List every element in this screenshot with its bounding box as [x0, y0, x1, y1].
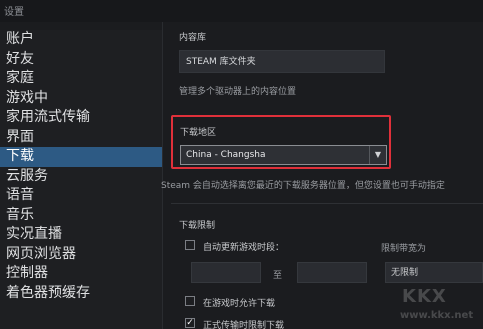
window-title: 设置 [4, 7, 24, 18]
sidebar-item-controller[interactable]: 控制器 [0, 264, 162, 284]
sidebar-item-music[interactable]: 音乐 [0, 206, 162, 226]
limit-bandwidth-label: 限制带宽为 [381, 244, 427, 254]
sidebar-item-cloud[interactable]: 云服务 [0, 167, 162, 187]
sidebar-item-web-browser[interactable]: 网页浏览器 [0, 245, 162, 265]
sidebar-item-friends[interactable]: 好友 [0, 50, 162, 70]
allow-downloads-in-game-label: 在游戏时允许下载 [203, 299, 276, 309]
auto-update-start-time[interactable] [191, 262, 261, 283]
download-region-note: Steam 会自动选择离您最近的下载服务器位置，但您设置也可手动指定 [161, 181, 445, 191]
content-library-heading: 内容库 [179, 33, 207, 43]
sidebar-item-account[interactable]: 账户 [0, 30, 162, 50]
auto-update-window-label: 自动更新游戏时段： [203, 243, 285, 253]
time-range-to-label: 至 [273, 271, 283, 281]
download-region-value: China - Changsha [186, 150, 266, 160]
settings-sidebar: 账户 好友 家庭 游戏中 家用流式传输 界面 下载 云服务 语音 音乐 实况直播… [0, 30, 162, 329]
throttle-downloads-label: 正式传输时限制下载 [203, 321, 285, 329]
auto-update-end-time[interactable] [297, 262, 367, 283]
content-library-description: 管理多个驱动器上的内容位置 [179, 87, 297, 97]
sidebar-item-family[interactable]: 家庭 [0, 69, 162, 89]
sidebar-item-interface[interactable]: 界面 [0, 128, 162, 148]
sidebar-item-in-game[interactable]: 游戏中 [0, 89, 162, 109]
sidebar-item-voice[interactable]: 语音 [0, 186, 162, 206]
site-watermark: KKX www.kkx.net [392, 286, 482, 326]
sidebar-item-downloads[interactable]: 下载 [0, 147, 162, 167]
steam-library-folders-button[interactable]: STEAM 库文件夹 [179, 50, 385, 73]
throttle-downloads-checkbox[interactable]: ✓ [185, 318, 195, 328]
allow-downloads-in-game-checkbox[interactable] [185, 296, 195, 306]
sidebar-item-broadcasting[interactable]: 实况直播 [0, 225, 162, 245]
chevron-down-icon[interactable]: ▼ [369, 146, 386, 164]
sidebar-item-shader-cache[interactable]: 着色器预缓存 [0, 284, 162, 304]
sidebar-item-remote-play[interactable]: 家用流式传输 [0, 108, 162, 128]
download-region-heading: 下载地区 [180, 128, 217, 138]
section-divider [171, 203, 483, 204]
title-bar: 设置 [0, 0, 483, 22]
download-region-select[interactable]: China - Changsha ▼ [180, 145, 387, 165]
watermark-domain: www.kkx.net [400, 310, 474, 321]
downloads-settings-panel: 内容库 STEAM 库文件夹 管理多个驱动器上的内容位置 下载地区 China … [161, 22, 483, 329]
bandwidth-limit-select[interactable]: 无限制 [385, 262, 483, 283]
download-limits-heading: 下载限制 [179, 221, 216, 231]
watermark-brand: KKX [402, 286, 447, 307]
auto-update-window-checkbox[interactable] [185, 240, 195, 250]
